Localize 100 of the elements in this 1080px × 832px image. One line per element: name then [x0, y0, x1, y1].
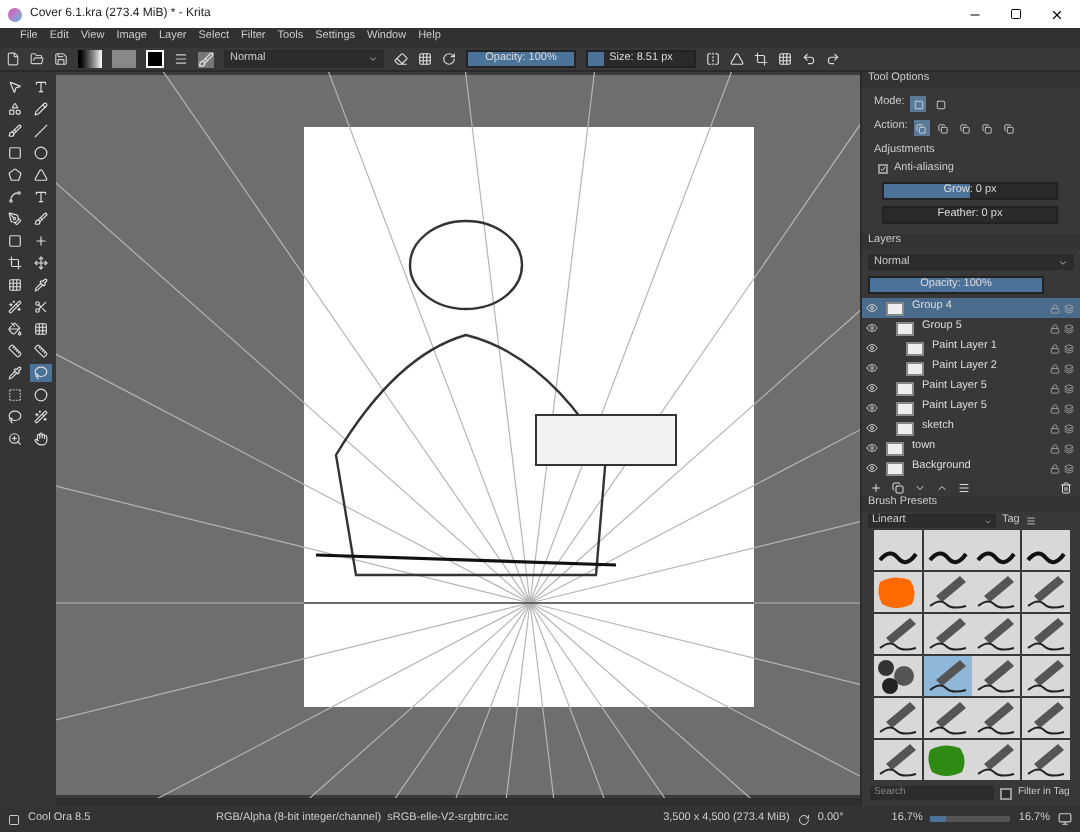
brush-preset[interactable] — [874, 698, 922, 738]
action-button[interactable] — [913, 120, 930, 136]
tool-button[interactable] — [4, 320, 26, 338]
lock-icon[interactable] — [1050, 423, 1060, 433]
delete-icon[interactable] — [1060, 481, 1072, 493]
visibility-icon[interactable] — [866, 342, 878, 354]
visibility-icon[interactable] — [866, 382, 878, 394]
monitor-icon[interactable] — [1058, 812, 1072, 826]
tool-button[interactable] — [30, 408, 52, 426]
redo-icon[interactable] — [826, 52, 840, 66]
visibility-icon[interactable] — [866, 462, 878, 474]
tool-button[interactable] — [30, 320, 52, 338]
close-icon[interactable] — [1050, 7, 1064, 21]
tool-button[interactable] — [4, 364, 26, 382]
tool-button[interactable] — [30, 232, 52, 250]
eraser-icon[interactable] — [394, 52, 408, 66]
maximize-icon[interactable] — [1010, 8, 1022, 20]
tool-button[interactable] — [4, 100, 26, 118]
brush-preset[interactable] — [1021, 740, 1069, 780]
tool-button[interactable] — [4, 144, 26, 162]
brush-preset[interactable] — [972, 740, 1020, 780]
brush-preset[interactable] — [874, 740, 922, 780]
action-button[interactable] — [957, 120, 974, 136]
move-down-icon[interactable] — [914, 481, 926, 493]
brush-preset[interactable] — [923, 740, 971, 780]
undo-icon[interactable] — [802, 52, 816, 66]
tool-button[interactable] — [4, 232, 26, 250]
tool-button[interactable] — [30, 210, 52, 228]
settings-icon[interactable] — [174, 52, 188, 66]
tool-button[interactable] — [4, 276, 26, 294]
brush-preset[interactable] — [923, 614, 971, 654]
tool-button[interactable] — [30, 342, 52, 360]
tool-button[interactable] — [30, 430, 52, 448]
mode-button[interactable] — [910, 96, 927, 112]
gradient-swatch[interactable] — [78, 50, 102, 68]
brush-preset[interactable] — [972, 614, 1020, 654]
tool-button[interactable] — [30, 188, 52, 206]
tool-button[interactable] — [4, 342, 26, 360]
view-icon[interactable] — [1025, 516, 1036, 526]
tool-button[interactable] — [30, 100, 52, 118]
mode-button[interactable] — [932, 96, 949, 112]
visibility-icon[interactable] — [866, 362, 878, 374]
tool-button[interactable] — [30, 166, 52, 184]
brush-icon[interactable] — [198, 51, 214, 67]
brush-preset[interactable] — [923, 572, 971, 612]
tool-button[interactable] — [4, 166, 26, 184]
brush-preset[interactable] — [923, 698, 971, 738]
brush-preset[interactable] — [1021, 572, 1069, 612]
tool-button[interactable] — [4, 122, 26, 140]
lock-icon[interactable] — [1050, 363, 1060, 373]
brush-preset[interactable] — [923, 530, 971, 570]
brush-preset[interactable] — [972, 698, 1020, 738]
brush-preset[interactable] — [972, 572, 1020, 612]
tool-button[interactable] — [30, 276, 52, 294]
brush-preset[interactable] — [1021, 530, 1069, 570]
move-up-icon[interactable] — [936, 481, 948, 493]
tool-button[interactable] — [4, 430, 26, 448]
lock-icon[interactable] — [1050, 383, 1060, 393]
lock-icon[interactable] — [1050, 443, 1060, 453]
tool-button[interactable] — [30, 298, 52, 316]
mirror-icon[interactable] — [706, 52, 720, 66]
visibility-icon[interactable] — [866, 302, 878, 314]
reload-icon[interactable] — [442, 52, 456, 66]
brush-preset[interactable] — [874, 614, 922, 654]
lock-icon[interactable] — [1050, 463, 1060, 473]
tool-button[interactable] — [4, 210, 26, 228]
crop-icon[interactable] — [754, 52, 768, 66]
action-button[interactable] — [979, 120, 996, 136]
action-button[interactable] — [1001, 120, 1018, 136]
visibility-icon[interactable] — [866, 322, 878, 334]
checkbox[interactable] — [1000, 787, 1012, 799]
properties-icon[interactable] — [958, 481, 970, 493]
checkbox[interactable] — [878, 163, 888, 174]
zoom-slider[interactable] — [930, 816, 1011, 822]
brush-preset[interactable] — [874, 530, 922, 570]
brush-preset[interactable] — [923, 656, 971, 696]
tool-button[interactable] — [30, 78, 52, 96]
tool-button[interactable] — [30, 144, 52, 162]
color-swatch[interactable] — [146, 50, 164, 68]
tool-button[interactable] — [30, 254, 52, 272]
brush-preset[interactable] — [972, 656, 1020, 696]
tool-button[interactable] — [4, 188, 26, 206]
brush-preset[interactable] — [1021, 698, 1069, 738]
brush-preset[interactable] — [874, 656, 922, 696]
tool-button[interactable] — [30, 122, 52, 140]
lock-icon[interactable] — [1050, 403, 1060, 413]
action-button[interactable] — [935, 120, 952, 136]
duplicate-icon[interactable] — [892, 481, 904, 493]
lock-icon[interactable] — [1050, 323, 1060, 333]
tool-button[interactable] — [30, 386, 52, 404]
visibility-icon[interactable] — [866, 422, 878, 434]
lock-icon[interactable] — [1050, 343, 1060, 353]
folder-icon[interactable] — [30, 52, 44, 66]
pattern-swatch[interactable] — [112, 50, 136, 68]
brush-preset[interactable] — [972, 530, 1020, 570]
brush-preset[interactable] — [1021, 656, 1069, 696]
tool-button[interactable] — [4, 408, 26, 426]
new-file-icon[interactable] — [6, 52, 20, 66]
add-layer-icon[interactable] — [870, 481, 882, 493]
save-icon[interactable] — [54, 52, 68, 66]
